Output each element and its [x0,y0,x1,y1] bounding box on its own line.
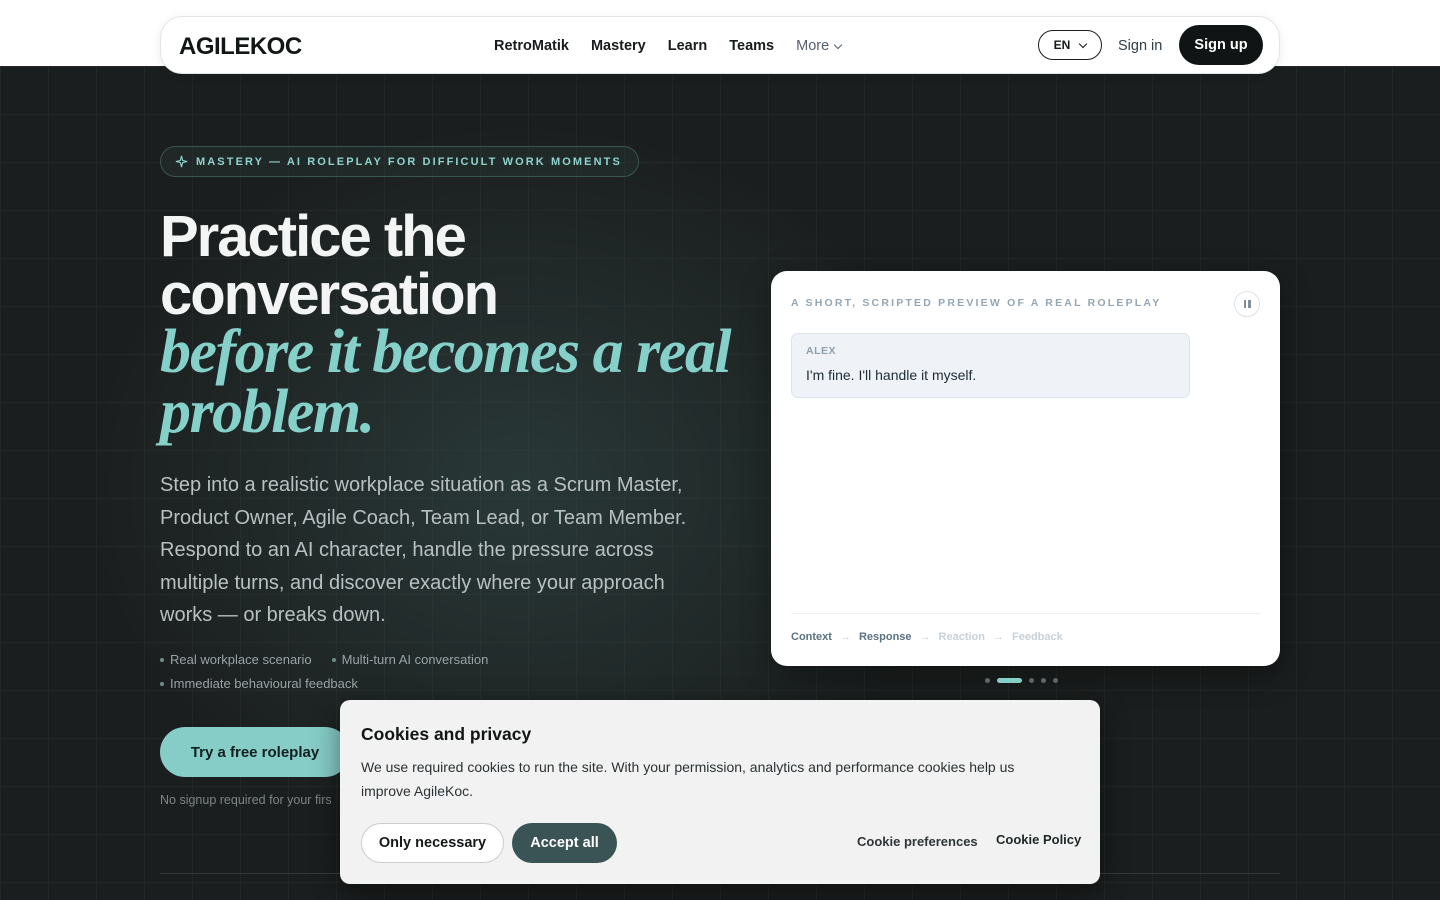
hero-title-line-1: Practice the [160,204,467,269]
step-response: Response [858,631,912,643]
nav-item-teams[interactable]: Teams [729,38,774,54]
step-reaction: Reaction [938,631,985,643]
pause-button[interactable] [1234,291,1260,317]
sign-in-link[interactable]: Sign in [1118,17,1162,75]
message-speaker: ALEX [806,345,837,357]
hero-title-accent: before it becomes a real problem. [160,318,732,446]
cookie-title: Cookies and privacy [361,724,532,744]
logo[interactable]: AGILEKOC [179,33,302,61]
cookie-banner: Cookies and privacy We use required cook… [340,700,1100,884]
arrow-right-icon: → [839,631,851,643]
pause-icon [1248,300,1251,308]
bullet-dot-icon [160,682,164,686]
bullet-item: Real workplace scenario [160,652,312,668]
nav-item-retromatik[interactable]: RetroMatik [494,38,569,54]
bullet-dot-icon [331,658,336,662]
bullet-item: Immediate behavioural feedback [160,676,358,692]
pause-icon [1243,300,1246,308]
cookie-preferences-link[interactable]: Cookie preferences [857,834,978,849]
cta-note: No signup required for your firs [160,793,332,807]
bullet-label: Multi-turn AI conversation [341,652,489,667]
carousel-dot[interactable] [1041,678,1046,683]
preview-kicker: A SHORT, SCRIPTED PREVIEW OF A REAL ROLE… [791,297,1162,309]
nav-more-label: More [796,38,830,54]
roleplay-preview-card: A SHORT, SCRIPTED PREVIEW OF A REAL ROLE… [771,271,1280,666]
hero-bullets: Real workplace scenario Multi-turn AI co… [160,652,560,692]
carousel-dot[interactable] [1053,678,1058,683]
hero-description: Step into a realistic workplace situatio… [160,474,687,626]
cookie-text: We use required cookies to run the site.… [361,759,1015,799]
carousel-dot-active[interactable] [997,678,1022,683]
sign-up-button[interactable]: Sign up [1179,25,1263,65]
main-nav: RetroMatik Mastery Learn Teams More [494,17,843,75]
mastery-pill: MASTERY — AI ROLEPLAY FOR DIFFICULT WORK… [160,146,639,177]
nav-item-mastery[interactable]: Mastery [591,38,646,54]
carousel-dots [985,678,1058,683]
sparkle-icon [175,155,188,168]
site-header: AGILEKOC RetroMatik Mastery Learn Teams … [160,16,1280,74]
arrow-right-icon: → [919,631,931,643]
message-text: I'm fine. I'll handle it myself. [806,367,977,383]
only-necessary-button[interactable]: Only necessary [361,823,504,863]
chat-message: ALEX I'm fine. I'll handle it myself. [791,333,1190,398]
pill-label: MASTERY — AI ROLEPLAY FOR DIFFICULT WORK… [196,155,622,168]
step-context: Context [791,631,832,643]
nav-item-learn[interactable]: Learn [668,38,708,54]
language-selector[interactable]: EN [1038,30,1102,60]
roleplay-steps: Context → Response → Reaction → Feedback [791,631,1063,643]
nav-more-menu[interactable]: More [796,38,843,54]
arrow-right-icon: → [993,631,1004,643]
bullet-item: Multi-turn AI conversation [331,652,489,668]
step-feedback: Feedback [1012,631,1063,643]
hero-title: Practice the conversation [160,208,740,324]
carousel-dot[interactable] [985,678,990,683]
language-label: EN [1053,38,1071,52]
card-divider [791,613,1260,614]
chevron-down-icon [833,40,843,49]
accept-all-button[interactable]: Accept all [512,823,617,863]
bullet-label: Real workplace scenario [170,652,312,667]
carousel-dot[interactable] [1029,678,1034,683]
chevron-down-icon [1079,39,1088,48]
bullet-label: Immediate behavioural feedback [170,676,358,691]
logo-text: AGILEKOC [179,33,302,60]
cookie-policy-link[interactable]: Cookie Policy [996,832,1081,847]
try-roleplay-button[interactable]: Try a free roleplay [160,727,350,777]
bullet-dot-icon [160,658,164,662]
